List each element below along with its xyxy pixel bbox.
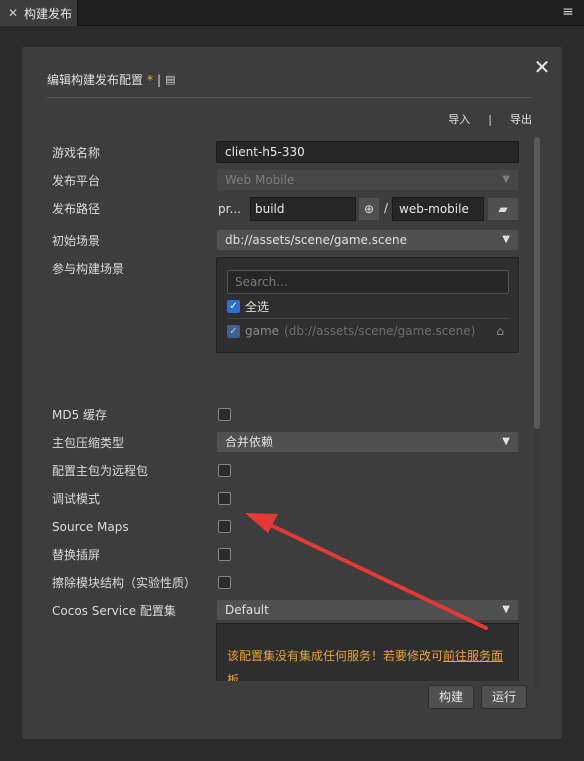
row-splash: 替换插屏 — [52, 543, 528, 567]
path-prefix-select[interactable]: pr... — [216, 197, 250, 221]
folder-open-icon[interactable]: ▰ — [487, 197, 519, 221]
cocos-service-value: Default — [225, 603, 269, 617]
scene-item-name: game — [245, 324, 280, 338]
magnifier-icon[interactable]: ⊕ — [358, 197, 380, 221]
source-maps-label: Source Maps — [52, 520, 129, 534]
import-export-separator: | — [488, 112, 492, 126]
menu-icon[interactable]: ≡ — [562, 4, 574, 20]
scene-item-game[interactable]: ✓ game (db://assets/scene/game.scene) — [227, 324, 475, 338]
row-start-scene: 初始场景 db://assets/scene/game.scene ▼ — [52, 229, 528, 253]
row-md5: MD5 缓存 — [52, 403, 528, 427]
scene-item-path: (db://assets/scene/game.scene) — [284, 324, 476, 338]
game-name-label: 游戏名称 — [52, 146, 101, 160]
path-build-input[interactable]: build — [250, 197, 356, 221]
remote-label: 配置主包为远程包 — [52, 464, 149, 478]
path-slash: / — [383, 201, 389, 215]
title-separator: | — [157, 72, 162, 87]
tab-label: 构建发布 — [24, 6, 73, 21]
remote-checkbox[interactable] — [218, 464, 231, 477]
tab-build-publish[interactable]: ✕ 构建发布 — [0, 0, 78, 26]
compress-label: 主包压缩类型 — [52, 436, 125, 450]
chevron-down-icon: ▼ — [502, 234, 510, 245]
scrollbar-thumb[interactable] — [534, 137, 540, 429]
erase-modules-label: 擦除模块结构（实验性质） — [52, 576, 197, 590]
platform-value: Web Mobile — [225, 173, 295, 187]
row-game-name: 游戏名称 client-h5-330 — [52, 141, 528, 165]
row-erase-modules: 擦除模块结构（实验性质） — [52, 571, 528, 595]
game-name-input[interactable]: client-h5-330 — [216, 141, 519, 163]
config-form: 游戏名称 client-h5-330 发布平台 Web Mobile ▼ 发布路… — [52, 141, 528, 681]
scene-search-input[interactable]: Search... — [227, 270, 509, 294]
panel-title-text: 编辑构建发布配置 — [47, 73, 144, 87]
debug-checkbox[interactable] — [218, 492, 231, 505]
close-icon[interactable]: ✕ — [532, 57, 552, 77]
select-all-checkbox[interactable]: ✓ 全选 — [227, 298, 269, 315]
row-remote: 配置主包为远程包 — [52, 459, 528, 483]
scenes-list: Search... ✓ 全选 ✓ game (db://assets/scene… — [216, 257, 519, 353]
row-included-scenes: 参与构建场景 Search... ✓ 全选 ✓ game (db://asset… — [52, 257, 528, 357]
unsaved-star: * — [147, 72, 154, 87]
row-compress: 主包压缩类型 合并依赖 ▼ — [52, 431, 528, 455]
erase-modules-checkbox[interactable] — [218, 576, 231, 589]
source-maps-checkbox[interactable] — [218, 520, 231, 533]
debug-label: 调试模式 — [52, 492, 101, 506]
scene-divider — [227, 318, 509, 319]
hammer-wrench-icon: ✕ — [7, 6, 19, 20]
md5-checkbox[interactable] — [218, 408, 231, 421]
chevron-down-icon: ▼ — [502, 174, 510, 185]
home-icon[interactable]: ⌂ — [496, 324, 504, 338]
splash-checkbox[interactable] — [218, 548, 231, 561]
book-icon[interactable]: ▤ — [165, 73, 175, 86]
start-scene-label: 初始场景 — [52, 234, 101, 248]
compress-select[interactable]: 合并依赖 ▼ — [216, 431, 519, 453]
platform-label: 发布平台 — [52, 174, 101, 188]
build-path-label: 发布路径 — [52, 202, 101, 216]
run-button[interactable]: 运行 — [481, 685, 527, 709]
import-link[interactable]: 导入 — [448, 111, 470, 127]
row-platform: 发布平台 Web Mobile ▼ — [52, 169, 528, 193]
tab-bar: ✕ 构建发布 ≡ — [0, 0, 584, 26]
included-scenes-label: 参与构建场景 — [52, 262, 125, 276]
vertical-scrollbar[interactable] — [534, 137, 540, 687]
cocos-service-select[interactable]: Default ▼ — [216, 599, 519, 621]
start-scene-select[interactable]: db://assets/scene/game.scene ▼ — [216, 229, 519, 251]
cocos-service-label: Cocos Service 配置集 — [52, 604, 176, 618]
checkmark-icon: ✓ — [227, 324, 240, 338]
build-button[interactable]: 构建 — [428, 685, 474, 709]
export-link[interactable]: 导出 — [510, 111, 532, 127]
compress-value: 合并依赖 — [225, 435, 274, 449]
import-export-row: 导入 | 导出 — [448, 111, 532, 127]
chevron-down-icon: ▼ — [502, 436, 510, 447]
start-scene-value: db://assets/scene/game.scene — [225, 233, 407, 247]
md5-label: MD5 缓存 — [52, 408, 108, 422]
row-build-path: 发布路径 pr... build ⊕ / web-mobile ▰ — [52, 197, 528, 221]
title-divider — [47, 97, 531, 98]
row-source-maps: Source Maps — [52, 515, 528, 539]
service-message: 该配置集没有集成任何服务！若要修改可前往服务面板 — [227, 644, 513, 681]
path-dest-input[interactable]: web-mobile — [392, 197, 484, 221]
row-debug: 调试模式 — [52, 487, 528, 511]
checkmark-icon: ✓ — [227, 300, 240, 313]
service-message-text: 该配置集没有集成任何服务！若要修改可 — [227, 649, 444, 663]
panel-title: 编辑构建发布配置 * | ▤ — [47, 71, 175, 88]
row-cocos-service: Cocos Service 配置集 Default ▼ 该配置集没有集成任何服务… — [52, 599, 528, 681]
splash-label: 替换插屏 — [52, 548, 101, 562]
build-config-panel: ✕ 编辑构建发布配置 * | ▤ 导入 | 导出 游戏名称 client-h5-… — [21, 46, 563, 740]
chevron-down-icon: ▼ — [502, 604, 510, 615]
service-notice: 该配置集没有集成任何服务！若要修改可前往服务面板 — [216, 623, 519, 681]
platform-select: Web Mobile ▼ — [216, 169, 519, 191]
select-all-label: 全选 — [245, 300, 270, 314]
